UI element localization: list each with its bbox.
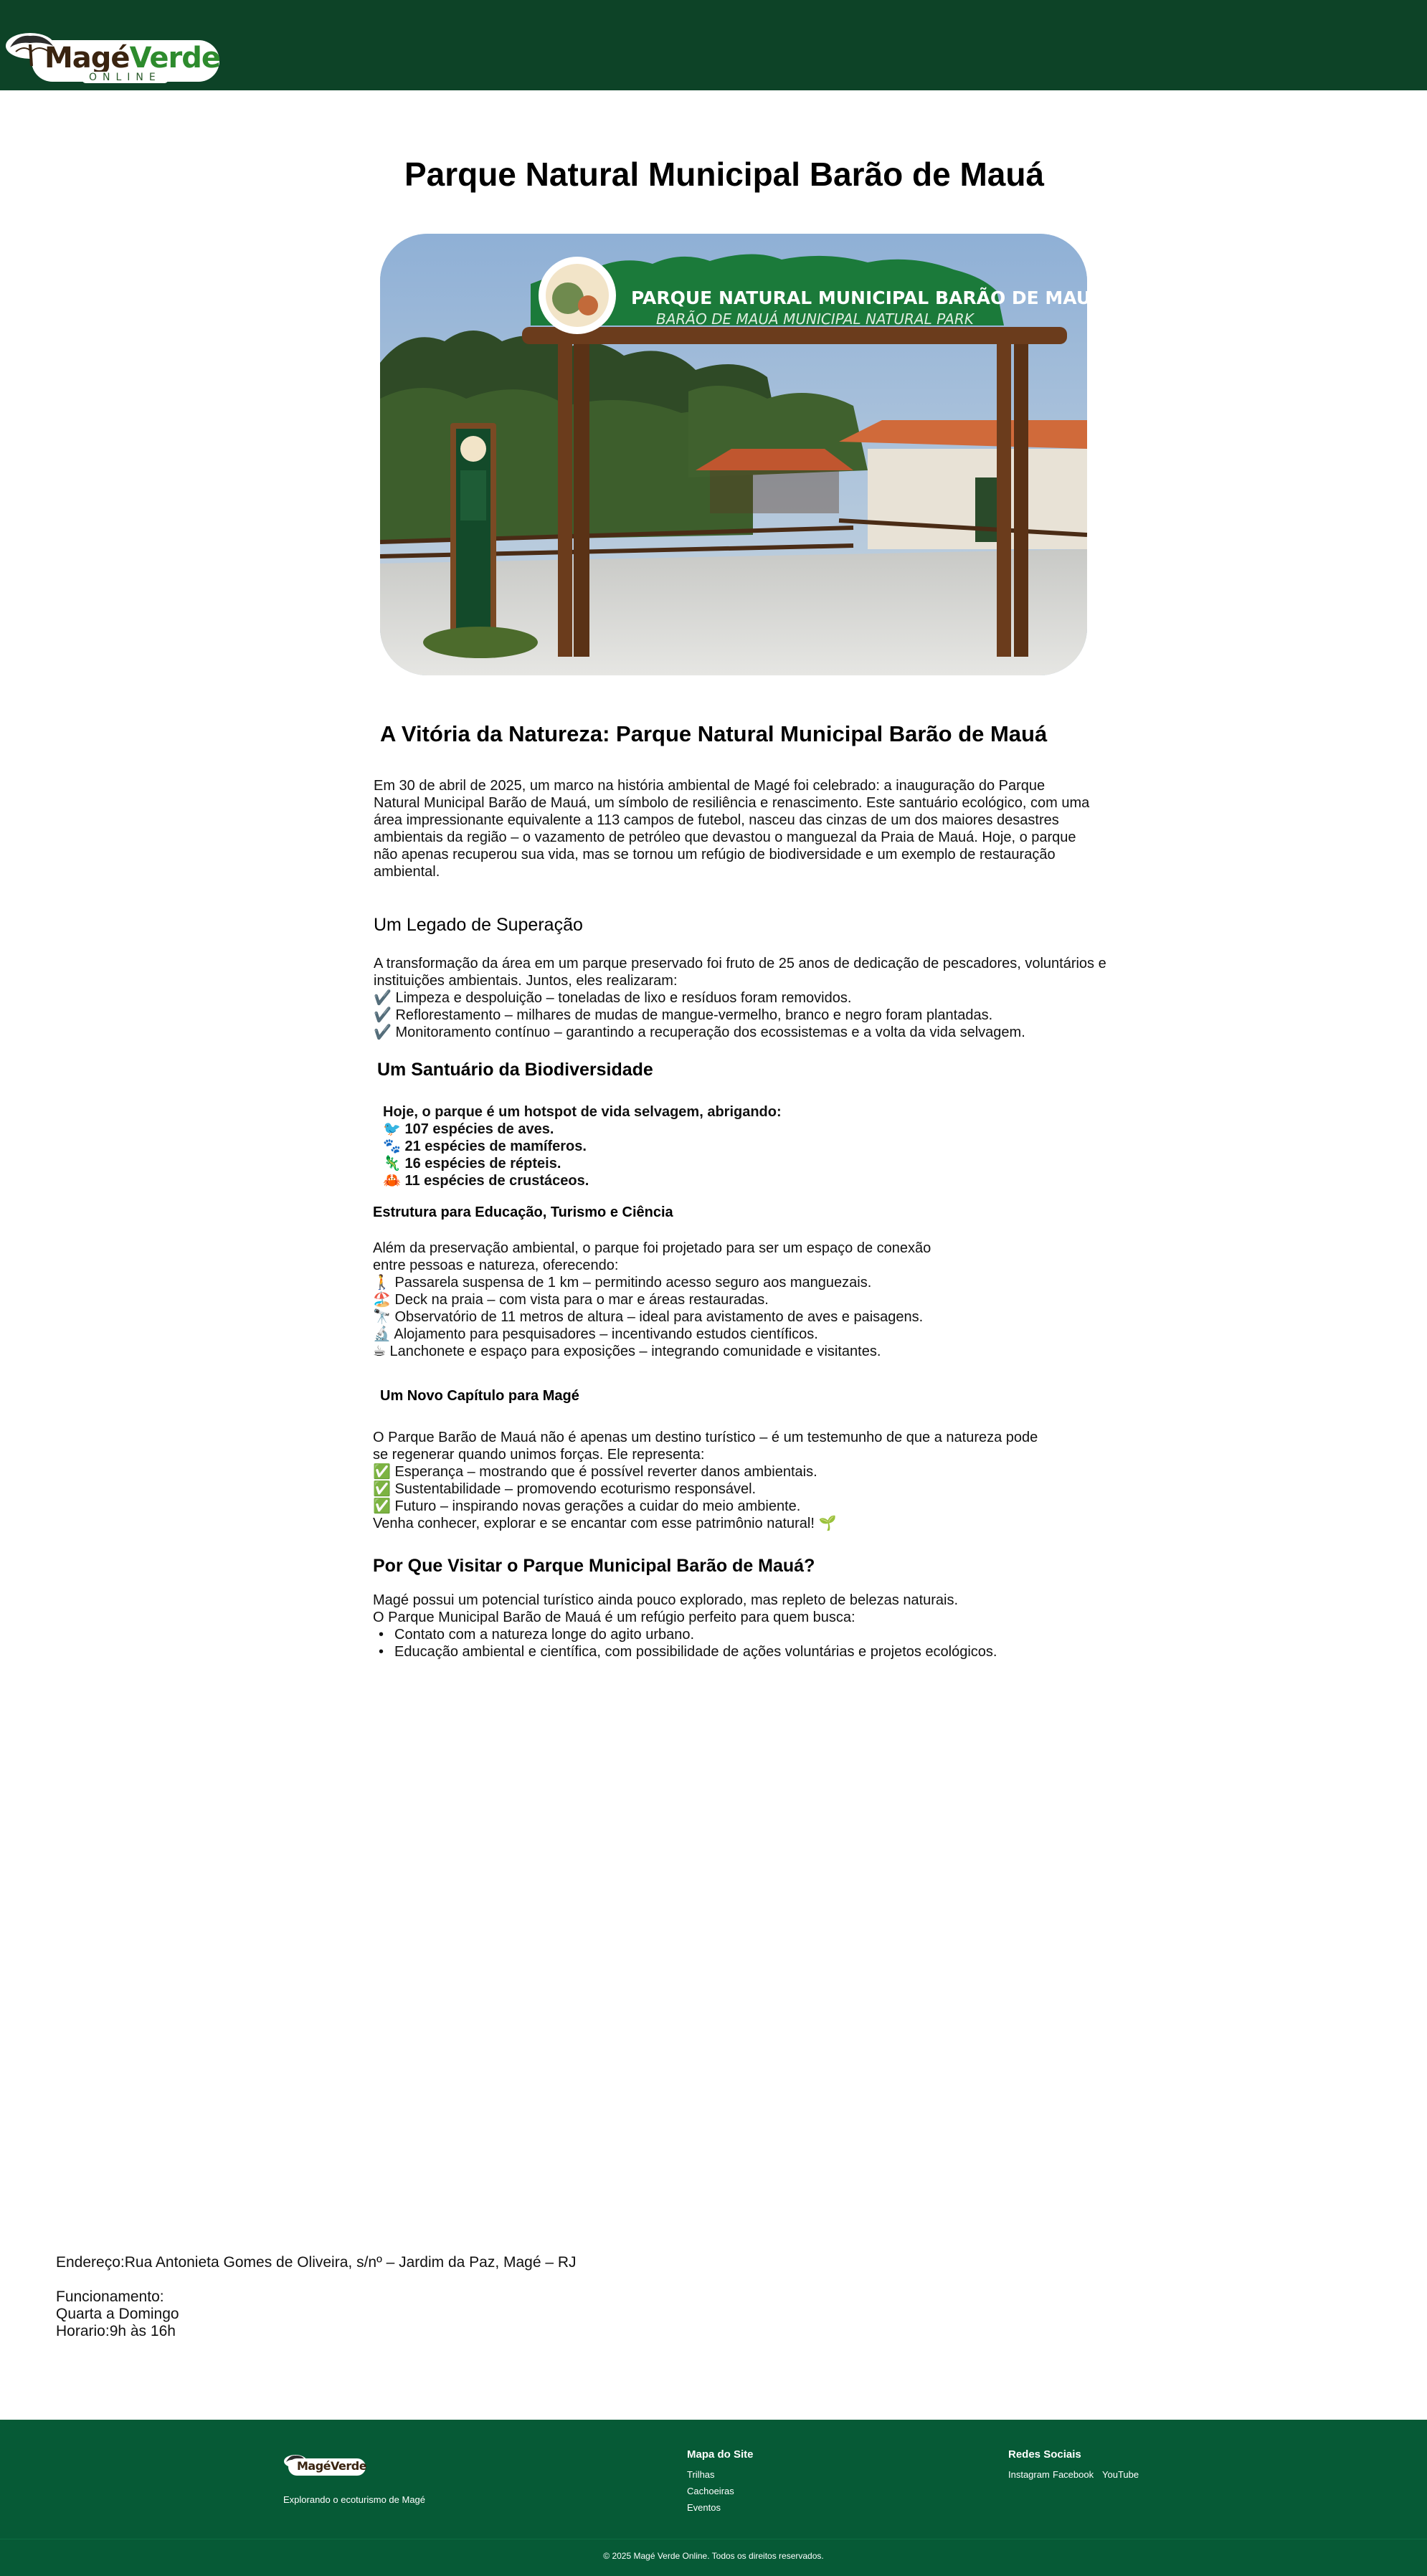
footer-link-instagram[interactable]: Instagram (1008, 2469, 1050, 2480)
footer-logo-wordmark: MagéVerde (297, 2459, 367, 2473)
list-item: Educação ambiental e científica, com pos… (379, 1643, 997, 1660)
logo-wordmark: MagéVerde (44, 42, 221, 75)
intro-paragraph: Em 30 de abril de 2025, um marco na hist… (374, 778, 1090, 880)
park-entrance-illustration: PARQUE NATURAL MUNICIPAL BARÃO DE MAUÁ B… (380, 234, 1087, 675)
footer-link-facebook[interactable]: Facebook (1053, 2469, 1094, 2480)
list-item: Contato com a natureza longe do agito ur… (379, 1626, 997, 1643)
legado-paragraph: A transformação da área em um parque pre… (374, 956, 1106, 1040)
page-title: Parque Natural Municipal Barão de Mauá (404, 156, 1045, 193)
footer-logo[interactable]: MagéVerde (283, 2453, 369, 2481)
hours-text: Horario:9h às 16h (56, 2323, 176, 2339)
footer-link-cachoeiras[interactable]: Cachoeiras (687, 2486, 734, 2496)
intro-heading: A Vitória da Natureza: Parque Natural Mu… (380, 721, 1048, 746)
address-text: Endereço:Rua Antonieta Gomes de Oliveira… (56, 2254, 577, 2271)
footer-link-eventos[interactable]: Eventos (687, 2502, 721, 2513)
footer-link-trilhas[interactable]: Trilhas (687, 2469, 715, 2480)
footer-link-youtube[interactable]: YouTube (1102, 2469, 1139, 2480)
estrutura-paragraph: Além da preservação ambiental, o parque … (373, 1240, 931, 1359)
site-header: MagéVerde ONLINE (0, 0, 1427, 90)
visitar-list: Contato com a natureza longe do agito ur… (379, 1626, 997, 1660)
capitulo-paragraph: O Parque Barão de Mauá não é apenas um d… (373, 1430, 1038, 1531)
hours-label: Funcionamento: (56, 2289, 164, 2305)
visitar-paragraph: Magé possui um potencial turístico ainda… (373, 1592, 959, 1625)
copyright-text: © 2025 Magé Verde Online. Todos os direi… (603, 2551, 824, 2561)
site-logo[interactable]: MagéVerde ONLINE (3, 26, 225, 86)
logo-subtitle: ONLINE (82, 72, 169, 83)
site-footer: MagéVerde Explorando o ecoturismo de Mag… (0, 2420, 1427, 2576)
footer-tagline: Explorando o ecoturismo de Magé (283, 2494, 426, 2505)
visitar-heading: Por Que Visitar o Parque Municipal Barão… (373, 1556, 815, 1576)
capitulo-heading: Um Novo Capítulo para Magé (380, 1388, 579, 1404)
visit-info: Endereço:Rua Antonieta Gomes de Oliveira… (56, 2254, 577, 2340)
sign-title: PARQUE NATURAL MUNICIPAL BARÃO DE MAUÁ (631, 287, 1087, 308)
sign-subtitle: BARÃO DE MAUÁ MUNICIPAL NATURAL PARK (656, 310, 975, 328)
park-entrance-photo: PARQUE NATURAL MUNICIPAL BARÃO DE MAUÁ B… (380, 234, 1087, 675)
sitemap-heading: Mapa do Site (687, 2448, 754, 2461)
social-heading: Redes Sociais (1008, 2448, 1081, 2461)
santuario-list: Hoje, o parque é um hotspot de vida selv… (383, 1104, 782, 1189)
days-text: Quarta a Domingo (56, 2306, 179, 2322)
santuario-heading: Um Santuário da Biodiversidade (377, 1060, 653, 1080)
estrutura-heading: Estrutura para Educação, Turismo e Ciênc… (373, 1204, 673, 1220)
legado-heading: Um Legado de Superação (374, 915, 583, 935)
